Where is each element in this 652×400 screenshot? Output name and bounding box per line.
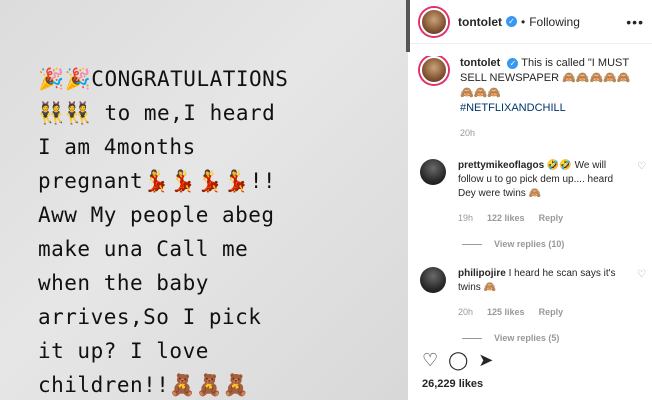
- avatar[interactable]: [420, 7, 448, 36]
- comment-meta: 19h 122 likes Reply: [458, 211, 618, 225]
- likes-count[interactable]: 26,229 likes: [422, 378, 483, 390]
- comment-like-heart-icon[interactable]: ♡: [637, 269, 646, 280]
- comment-body: prettymikeoflagos 🤣🤣 We will follow u to…: [458, 159, 618, 225]
- comment-bubble-icon[interactable]: ◯: [448, 350, 468, 370]
- comment-likes[interactable]: 125 likes: [487, 305, 525, 319]
- post-actions: ♡ ◯ ➤: [422, 350, 493, 370]
- view-replies-label[interactable]: View replies (10): [494, 239, 564, 249]
- verified-badge-icon: ✓: [507, 57, 519, 69]
- caption-time: 20h: [460, 128, 476, 138]
- avatar[interactable]: [420, 159, 446, 185]
- view-replies-button[interactable]: View replies (5): [462, 333, 652, 343]
- reply-button[interactable]: Reply: [539, 211, 564, 225]
- header-username[interactable]: tontolet: [458, 15, 502, 29]
- like-heart-icon[interactable]: ♡: [422, 350, 438, 370]
- caption: tontolet ✓ This is called "I MUST SELL N…: [410, 56, 652, 141]
- caption-username[interactable]: tontolet: [460, 57, 500, 69]
- view-replies-label[interactable]: View replies (5): [494, 333, 559, 343]
- comment-like-heart-icon[interactable]: ♡: [637, 161, 646, 172]
- comment-time: 19h: [458, 213, 474, 223]
- divider: [462, 337, 482, 339]
- following-button[interactable]: Following: [529, 15, 580, 29]
- comment-body: philipojire I heard he scan says it's tw…: [458, 267, 618, 319]
- comment-time: 20h: [458, 307, 474, 317]
- verified-badge-icon: ✓: [506, 16, 517, 27]
- view-replies-button[interactable]: View replies (10): [462, 239, 652, 249]
- caption-body: tontolet ✓ This is called "I MUST SELL N…: [460, 56, 640, 141]
- post-side-panel: tontolet ✓ • Following ••• tontolet ✓ Th…: [410, 0, 652, 400]
- comments-list[interactable]: tontolet ✓ This is called "I MUST SELL N…: [410, 56, 652, 346]
- comment-username[interactable]: prettymikeoflagos: [458, 160, 544, 171]
- avatar[interactable]: [420, 267, 446, 293]
- comment-item: philipojire I heard he scan says it's tw…: [410, 267, 652, 319]
- hashtag-link[interactable]: #NETFLIXANDCHILL: [460, 102, 566, 114]
- separator-dot: •: [521, 14, 526, 29]
- post-header: tontolet ✓ • Following •••: [410, 0, 652, 44]
- comment-meta: 20h 125 likes Reply: [458, 305, 618, 319]
- post-image-text: 🎉🎉CONGRATULATIONS 👯👯 to me,I heard I am …: [38, 67, 289, 397]
- comment-username[interactable]: philipojire: [458, 268, 506, 279]
- comment-item: prettymikeoflagos 🤣🤣 We will follow u to…: [410, 159, 652, 225]
- share-send-icon[interactable]: ➤: [478, 350, 493, 370]
- comment-likes[interactable]: 122 likes: [487, 211, 525, 225]
- avatar[interactable]: [420, 56, 448, 84]
- post-image[interactable]: 🎉🎉CONGRATULATIONS 👯👯 to me,I heard I am …: [0, 0, 408, 400]
- more-options-icon[interactable]: •••: [626, 14, 644, 30]
- divider: [462, 243, 482, 245]
- reply-button[interactable]: Reply: [539, 305, 564, 319]
